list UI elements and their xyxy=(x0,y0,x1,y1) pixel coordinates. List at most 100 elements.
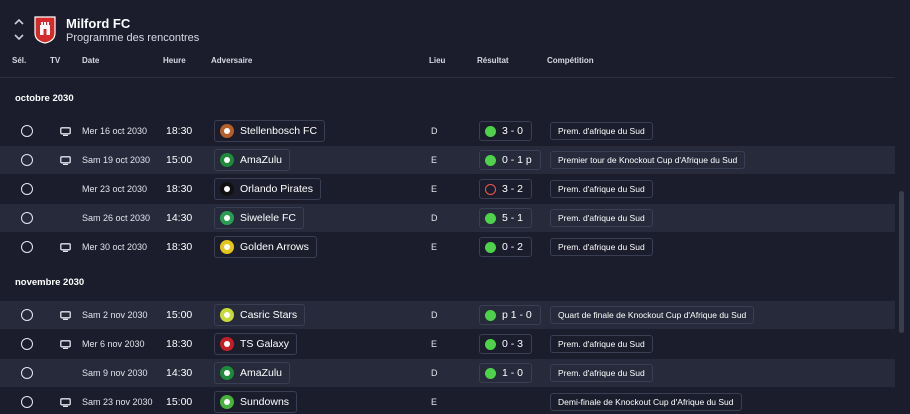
col-header-result[interactable]: Résultat xyxy=(477,56,509,65)
fixture-date: Mer 6 nov 2030 xyxy=(82,339,145,349)
opponent-name: Orlando Pirates xyxy=(240,183,313,195)
competition-chip[interactable]: Demi-finale de Knockout Cup d'Afrique du… xyxy=(550,393,742,411)
fixture-row[interactable]: Sam 9 nov 2030 14:30 AmaZulu D 1 - 0 Prem. d'… xyxy=(0,359,895,387)
opponent-chip[interactable]: Orlando Pirates xyxy=(214,178,321,200)
result-chip[interactable]: p 1 - 0 xyxy=(479,305,541,325)
fixture-date: Mer 16 oct 2030 xyxy=(82,126,148,136)
fixture-date: Sam 2 nov 2030 xyxy=(82,310,148,320)
result-indicator-icon xyxy=(485,338,496,350)
fixture-row[interactable]: Mer 23 oct 2030 18:30 Orlando Pirates E 3 - … xyxy=(0,175,895,203)
competition-chip[interactable]: Prem. d'afrique du Sud xyxy=(550,209,653,227)
result-score: 1 - 0 xyxy=(502,367,524,379)
fixture-row[interactable]: Sam 2 nov 2030 15:00 Casric Stars Dp 1 - 0 Q… xyxy=(0,301,895,329)
fixture-date: Mer 30 oct 2030 xyxy=(82,242,148,252)
select-radio[interactable] xyxy=(21,154,33,166)
tv-icon xyxy=(60,243,71,252)
month-heading: novembre 2030 xyxy=(15,277,85,288)
tv-icon xyxy=(60,127,71,136)
fixture-venue: E xyxy=(431,242,438,252)
opponent-name: Golden Arrows xyxy=(240,241,309,253)
result-indicator-icon xyxy=(485,154,496,166)
fixture-date: Sam 26 oct 2030 xyxy=(82,213,151,223)
club-badge-icon xyxy=(220,240,234,254)
col-header-tv[interactable]: TV xyxy=(50,56,60,65)
select-radio[interactable] xyxy=(21,367,33,379)
opponent-chip[interactable]: TS Galaxy xyxy=(214,333,298,355)
fixture-venue: E xyxy=(431,397,438,407)
fixture-time: 14:30 xyxy=(166,212,193,224)
competition-chip[interactable]: Prem. d'afrique du Sud xyxy=(550,180,653,198)
fixture-row[interactable]: Sam 19 oct 2030 15:00 AmaZulu E 0 - 1 p Premi… xyxy=(0,146,895,174)
opponent-chip[interactable]: AmaZulu xyxy=(214,362,291,384)
opponent-chip[interactable]: Stellenbosch FC xyxy=(214,120,326,142)
opponent-chip[interactable]: AmaZulu xyxy=(214,149,291,171)
result-indicator-icon xyxy=(485,212,496,224)
result-chip[interactable]: 3 - 0 xyxy=(479,121,533,141)
tv-icon xyxy=(60,398,71,407)
scrollbar-thumb[interactable] xyxy=(899,191,904,333)
select-radio[interactable] xyxy=(21,125,33,137)
result-score: 0 - 1 p xyxy=(502,154,532,166)
select-radio[interactable] xyxy=(21,396,33,408)
fixture-row[interactable]: Mer 30 oct 2030 18:30 Golden Arrows E 0 - 2 P… xyxy=(0,233,895,261)
col-header-sel[interactable]: Sél. xyxy=(12,56,26,65)
month-heading: octobre 2030 xyxy=(15,93,74,104)
result-chip[interactable]: 3 - 2 xyxy=(479,179,533,199)
competition-chip[interactable]: Premier tour de Knockout Cup d'Afrique d… xyxy=(550,151,746,169)
opponent-name: AmaZulu xyxy=(240,367,283,379)
club-badge-icon xyxy=(220,124,234,138)
result-score: 3 - 0 xyxy=(502,125,524,137)
club-badge-icon xyxy=(220,153,234,167)
club-name[interactable]: Milford FC xyxy=(66,16,130,31)
opponent-chip[interactable]: Sundowns xyxy=(214,391,298,413)
fixture-time: 15:00 xyxy=(166,396,193,408)
select-radio[interactable] xyxy=(21,183,33,195)
opponent-chip[interactable]: Casric Stars xyxy=(214,304,306,326)
col-header-date[interactable]: Date xyxy=(82,56,99,65)
fixture-venue: D xyxy=(431,126,438,136)
page-title: Programme des rencontres xyxy=(66,32,200,44)
club-badge-icon xyxy=(220,182,234,196)
tv-icon xyxy=(60,156,71,165)
fixture-time: 18:30 xyxy=(166,338,193,350)
select-radio[interactable] xyxy=(21,309,33,321)
chevron-down-icon[interactable] xyxy=(12,32,26,46)
header-divider xyxy=(0,77,895,78)
select-radio[interactable] xyxy=(21,338,33,350)
result-indicator-icon xyxy=(485,309,496,321)
opponent-chip[interactable]: Golden Arrows xyxy=(214,236,317,258)
header-bar: Milford FC Programme des rencontres xyxy=(0,0,910,52)
fixture-row[interactable]: Mer 6 nov 2030 18:30 TS Galaxy E 0 - 3 Prem. … xyxy=(0,330,895,358)
club-badge-icon xyxy=(220,395,234,409)
fixture-row[interactable]: Sam 23 nov 2030 15:00 Sundowns E Demi-finale… xyxy=(0,388,895,414)
result-score: 0 - 3 xyxy=(502,338,524,350)
result-chip[interactable]: 0 - 1 p xyxy=(479,150,541,170)
select-radio[interactable] xyxy=(21,241,33,253)
result-score: 3 - 2 xyxy=(502,183,524,195)
chevron-up-icon[interactable] xyxy=(12,17,26,31)
result-chip[interactable]: 0 - 3 xyxy=(479,334,533,354)
competition-chip[interactable]: Prem. d'afrique du Sud xyxy=(550,238,653,256)
col-header-venue[interactable]: Lieu xyxy=(429,56,445,65)
result-chip[interactable]: 1 - 0 xyxy=(479,363,533,383)
competition-chip[interactable]: Quart de finale de Knockout Cup d'Afriqu… xyxy=(550,306,755,324)
competition-chip[interactable]: Prem. d'afrique du Sud xyxy=(550,335,653,353)
result-indicator-icon xyxy=(485,125,496,137)
competition-chip[interactable]: Prem. d'afrique du Sud xyxy=(550,364,653,382)
opponent-name: AmaZulu xyxy=(240,154,283,166)
fixture-time: 18:30 xyxy=(166,125,193,137)
club-badge-icon xyxy=(220,337,234,351)
col-header-competition[interactable]: Compétition xyxy=(547,56,594,65)
result-chip[interactable]: 5 - 1 xyxy=(479,208,533,228)
opponent-chip[interactable]: Siwelele FC xyxy=(214,207,305,229)
fixture-row[interactable]: Sam 26 oct 2030 14:30 Siwelele FC D 5 - 1 Pre… xyxy=(0,204,895,232)
competition-chip[interactable]: Prem. d'afrique du Sud xyxy=(550,122,653,140)
result-score: 0 - 2 xyxy=(502,241,524,253)
fixture-date: Sam 19 oct 2030 xyxy=(82,155,151,165)
fixture-date: Sam 9 nov 2030 xyxy=(82,368,148,378)
select-radio[interactable] xyxy=(21,212,33,224)
col-header-time[interactable]: Heure xyxy=(163,56,186,65)
col-header-opponent[interactable]: Adversaire xyxy=(211,56,252,65)
fixture-row[interactable]: Mer 16 oct 2030 18:30 Stellenbosch FC D 3 - … xyxy=(0,117,895,145)
result-chip[interactable]: 0 - 2 xyxy=(479,237,533,257)
